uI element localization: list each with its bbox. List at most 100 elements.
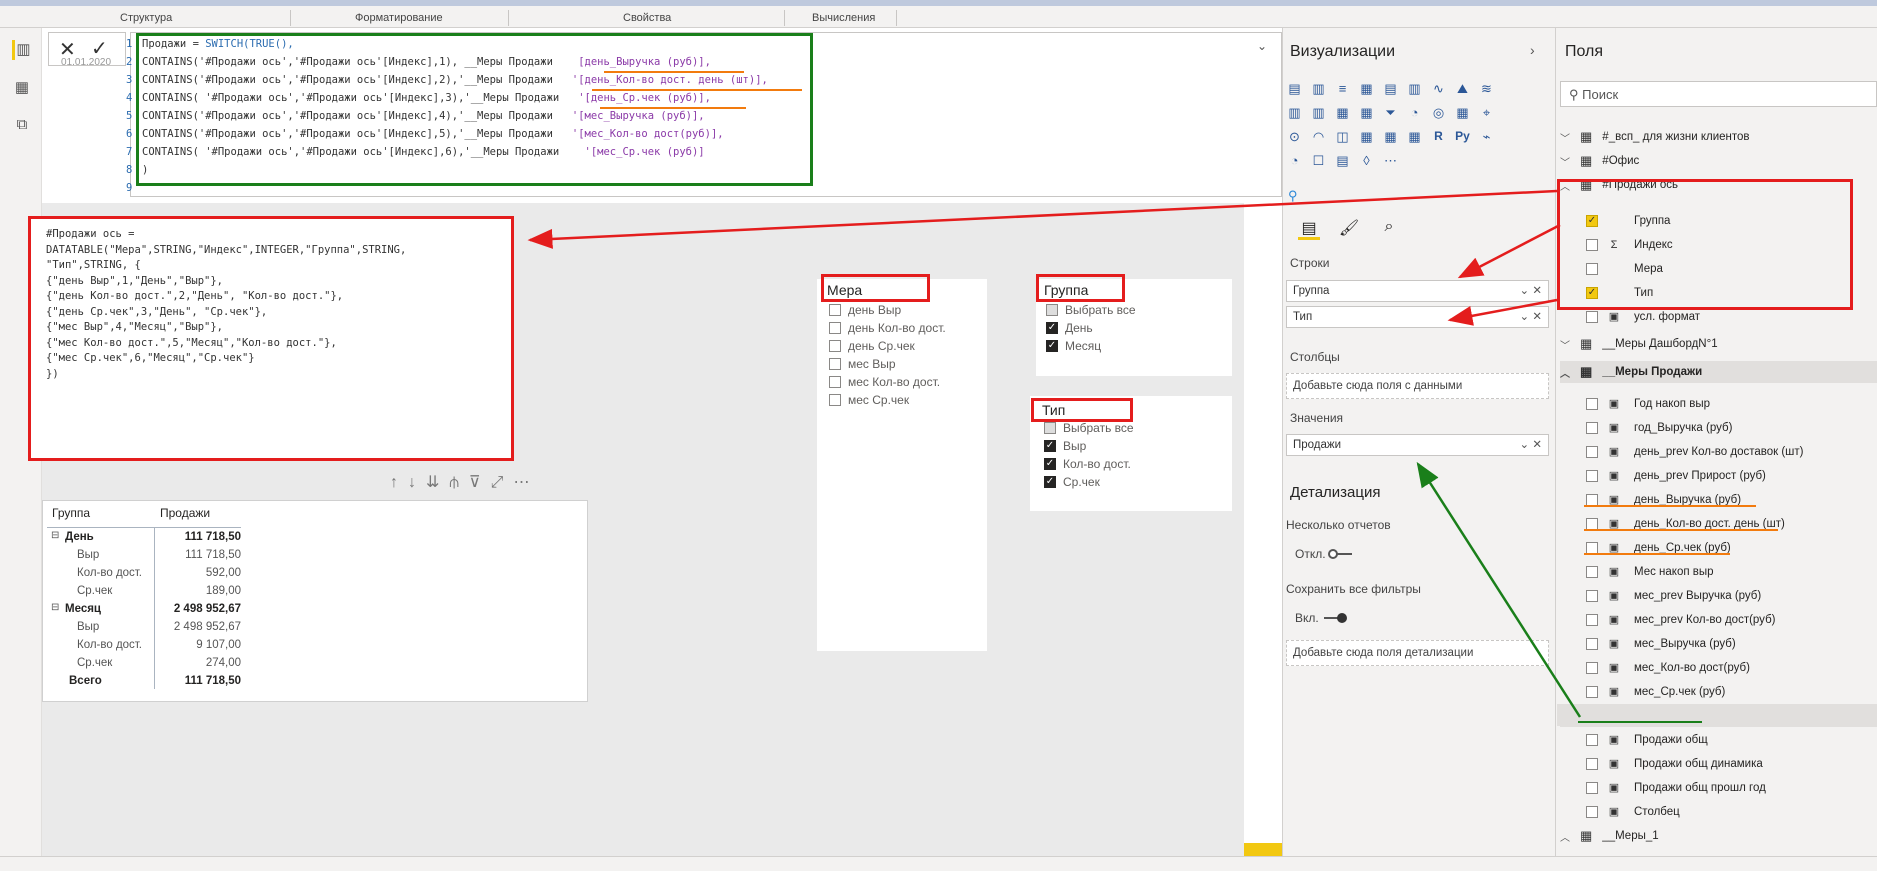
collapse-icon[interactable]: ︿ — [1560, 365, 1574, 380]
clustered-column-icon[interactable]: ▦ — [1358, 80, 1375, 97]
arcgis-icon[interactable]: ◊ — [1358, 152, 1375, 169]
checkbox[interactable] — [1586, 758, 1598, 770]
fields-tab-icon[interactable]: ▤ — [1298, 218, 1320, 240]
expand-icon[interactable]: ﹀ — [1560, 337, 1574, 352]
field-table[interactable]: ﹀ ▦ #_всп_ для жизни клиентов — [1560, 126, 1877, 148]
slicer-item[interactable]: день Ср.чек — [829, 339, 915, 353]
field-item[interactable]: ▣ Продажи общ прошл год — [1560, 777, 1877, 799]
stacked-bar-icon[interactable]: ▤ — [1286, 80, 1303, 97]
field-item[interactable]: ▣ мес_prev Выручка (руб) — [1560, 585, 1877, 607]
donut-icon[interactable]: ◎ — [1430, 104, 1447, 121]
checkbox[interactable] — [1586, 638, 1598, 650]
qa-icon[interactable]: ☐ — [1310, 152, 1327, 169]
treemap-icon[interactable]: ▦ — [1454, 104, 1471, 121]
expand-formula-icon[interactable]: ⌄ — [1257, 39, 1267, 53]
decomp-tree-icon[interactable]: ◔ — [1286, 152, 1303, 169]
drill-up-icon[interactable]: ↑ — [390, 474, 408, 491]
field-item[interactable]: ▣ Столбец — [1560, 801, 1877, 823]
field-table[interactable]: ﹀ ▦ __Меры ДашбордN°1 — [1560, 333, 1877, 355]
checkbox[interactable]: ✓ — [1046, 322, 1058, 334]
field-item[interactable]: ▣ Год накоп выр — [1560, 393, 1877, 415]
slicer-item[interactable]: мес Выр — [829, 357, 896, 371]
field-table[interactable]: ︿ ▦ __Меры Продажи — [1560, 361, 1877, 383]
collapse-icon[interactable]: ︿ — [1560, 829, 1574, 844]
kpi-icon[interactable]: ▦ — [1382, 128, 1399, 145]
100-bar-icon[interactable]: ▤ — [1382, 80, 1399, 97]
report-view-icon[interactable]: ▥ — [12, 40, 32, 60]
field-item[interactable]: ▣ день_Выручка (руб) — [1560, 489, 1877, 511]
slicer-item[interactable]: день Выр — [829, 303, 901, 317]
slicer-item[interactable]: мес Кол-во дост. — [829, 375, 940, 389]
key-influencers-icon[interactable]: ⌁ — [1478, 128, 1495, 145]
checkbox[interactable]: ✓ — [1044, 440, 1056, 452]
checkbox[interactable] — [829, 304, 841, 316]
slicer-item[interactable]: ✓ Выр — [1044, 439, 1086, 453]
checkbox[interactable] — [1586, 422, 1598, 434]
checkbox[interactable]: ✓ — [1044, 458, 1056, 470]
field-item[interactable]: ▣ мес_Кол-во дост(руб) — [1560, 657, 1877, 679]
checkbox[interactable]: ✓ — [1046, 340, 1058, 352]
values-well[interactable]: Продажи ⌄ ✕ — [1286, 434, 1549, 456]
100-column-icon[interactable]: ▥ — [1406, 80, 1423, 97]
slicer-item[interactable]: день Кол-во дост. — [829, 321, 946, 335]
checkbox[interactable] — [1586, 614, 1598, 626]
slicer-item[interactable]: ✓ Кол-во дост. — [1044, 457, 1131, 471]
more-options-icon[interactable]: ⋯ — [513, 474, 539, 491]
expand-icon[interactable]: ﹀ — [1560, 154, 1574, 169]
matrix-icon[interactable]: ▤ — [1334, 152, 1351, 169]
drill-well[interactable]: Добавьте сюда поля детализации — [1286, 640, 1549, 666]
checkbox[interactable] — [829, 322, 841, 334]
checkbox[interactable] — [1586, 470, 1598, 482]
field-item[interactable]: ▣ день_Ср.чек (руб) — [1560, 537, 1877, 559]
keep-filters-toggle[interactable] — [1322, 613, 1348, 623]
checkbox[interactable] — [1046, 304, 1058, 316]
checkbox[interactable] — [1586, 806, 1598, 818]
field-item[interactable]: ▣ Продажи общ — [1560, 729, 1877, 751]
rows-well-group[interactable]: Группа ⌄ ✕ — [1286, 280, 1549, 302]
waterfall-icon[interactable]: ▦ — [1358, 104, 1375, 121]
field-item[interactable]: ▣ Мес накоп выр — [1560, 561, 1877, 583]
python-visual-icon[interactable]: Py — [1454, 128, 1471, 145]
expand-toggle-icon[interactable]: ⊟ — [51, 602, 59, 613]
field-item[interactable]: ▣ день_prev Прирост (руб) — [1560, 465, 1877, 487]
clustered-bar-icon[interactable]: ≡ — [1334, 80, 1351, 97]
focus-mode-icon[interactable]: ⤢ — [491, 474, 514, 491]
search-icon[interactable]: ⚲ — [1288, 188, 1298, 204]
stacked-area-icon[interactable]: ≋ — [1478, 80, 1495, 97]
checkbox[interactable]: ✓ — [1044, 476, 1056, 488]
multirow-card-icon[interactable]: ▦ — [1358, 128, 1375, 145]
slicer-item[interactable]: ✓ Ср.чек — [1044, 475, 1100, 489]
slicer-item[interactable]: Выбрать все — [1046, 303, 1136, 317]
checkbox[interactable] — [829, 340, 841, 352]
checkbox[interactable] — [1586, 566, 1598, 578]
checkbox[interactable] — [1586, 398, 1598, 410]
filter-icon[interactable]: ⊽ — [469, 474, 491, 491]
field-item[interactable]: ▣ день_Кол-во дост. день (шт) — [1560, 513, 1877, 535]
slicer-item[interactable]: Выбрать все — [1044, 421, 1134, 435]
field-item[interactable]: ▣ Продажи общ динамика — [1560, 753, 1877, 775]
checkbox[interactable] — [1586, 662, 1598, 674]
expand-icon[interactable]: ﹀ — [1560, 130, 1574, 145]
more-visuals-icon[interactable]: ⋯ — [1382, 152, 1399, 169]
analytics-tab-icon[interactable]: ⌕ — [1378, 218, 1400, 240]
drill-down-icon[interactable]: ↓ — [408, 474, 426, 491]
slicer-icon[interactable]: ▦ — [1406, 128, 1423, 145]
checkbox[interactable] — [1044, 422, 1056, 434]
expand-toggle-icon[interactable]: ⊟ — [51, 530, 59, 541]
field-item[interactable]: ▣ день_prev Кол-во доставок (шт) — [1560, 441, 1877, 463]
data-view-icon[interactable]: ▦ — [12, 78, 32, 98]
well-remove-icon[interactable]: ⌄ ✕ — [1520, 283, 1542, 297]
checkbox[interactable] — [1586, 686, 1598, 698]
well-remove-icon[interactable]: ⌄ ✕ — [1520, 437, 1542, 451]
ribbon-icon[interactable]: ▦ — [1334, 104, 1351, 121]
columns-well[interactable]: Добавьте сюда поля с данными — [1286, 373, 1549, 399]
field-table[interactable]: ︿ ▦ __Меры_1 — [1560, 825, 1877, 847]
pie-icon[interactable]: ◔ — [1406, 104, 1423, 121]
field-item[interactable]: ▣ год_Выручка (руб) — [1560, 417, 1877, 439]
checkbox[interactable] — [829, 394, 841, 406]
card-icon[interactable]: ◫ — [1334, 128, 1351, 145]
r-visual-icon[interactable]: R — [1430, 128, 1447, 145]
field-item[interactable]: ▣ мес_Ср.чек (руб) — [1560, 681, 1877, 703]
well-remove-icon[interactable]: ⌄ ✕ — [1520, 309, 1542, 323]
line-column-icon[interactable]: ▥ — [1286, 104, 1303, 121]
